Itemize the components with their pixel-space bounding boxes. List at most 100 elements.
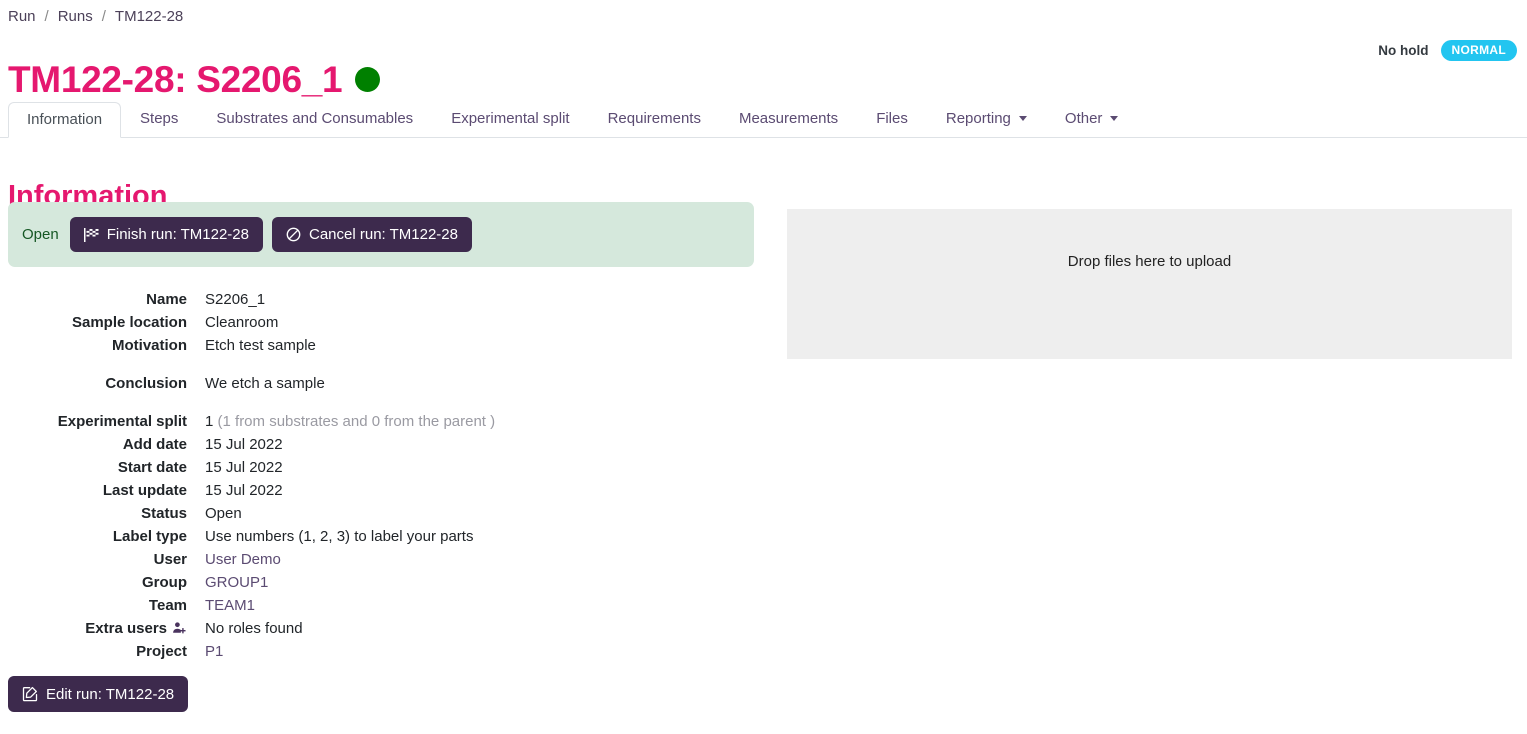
priority-badge: NORMAL — [1440, 40, 1517, 61]
tab-label: Requirements — [607, 110, 701, 127]
run-details-list: Name S2206_1 Sample location Cleanroom Motiv… — [0, 288, 760, 663]
tab-steps[interactable]: Steps — [121, 101, 197, 137]
detail-label: Experimental split — [0, 410, 187, 433]
detail-label: Group — [0, 571, 187, 594]
detail-label-text: Extra users — [85, 620, 167, 637]
detail-label: Motivation — [0, 334, 187, 357]
detail-value[interactable]: P1 — [187, 640, 223, 663]
detail-label: Team — [0, 594, 187, 617]
cancel-run-button[interactable]: Cancel run: TM122-28 — [272, 217, 472, 252]
detail-value[interactable]: TEAM1 — [187, 594, 255, 617]
detail-label: Status — [0, 502, 187, 525]
breadcrumb-separator: / — [101, 8, 106, 25]
detail-row: Start date 15 Jul 2022 — [0, 456, 760, 479]
edit-run-button-wrap: Edit run: TM122-28 — [8, 676, 189, 712]
detail-label-text: Team — [148, 597, 187, 614]
detail-row: Extra users No roles found — [0, 617, 760, 640]
dropzone-label: Drop files here to upload — [1067, 253, 1232, 270]
detail-value-text: S2206_1 — [205, 291, 266, 308]
breadcrumb-separator: / — [44, 8, 49, 25]
detail-value: Cleanroom — [187, 311, 278, 334]
tab-bar: Information Steps Substrates and Consumabl… — [0, 99, 1527, 138]
file-dropzone[interactable]: Drop files here to upload — [787, 209, 1512, 359]
detail-value: 15 Jul 2022 — [187, 479, 283, 502]
detail-row: Conclusion We etch a sample — [0, 372, 760, 395]
status-dot-icon — [355, 66, 381, 92]
chevron-down-icon — [1110, 116, 1119, 121]
page-title: TM122-28: S2206_1 — [8, 58, 343, 100]
user-plus-icon — [172, 617, 187, 640]
tab-requirements[interactable]: Requirements — [589, 101, 720, 137]
detail-label: Conclusion — [0, 372, 187, 395]
detail-value-text: No roles found — [205, 620, 303, 637]
tab-label: Experimental split — [451, 110, 570, 127]
tab-measurements[interactable]: Measurements — [720, 101, 857, 137]
detail-row: Name S2206_1 — [0, 288, 760, 311]
detail-row: Group GROUP1 — [0, 571, 760, 594]
tab-experimental-split[interactable]: Experimental split — [432, 101, 588, 137]
detail-value: We etch a sample — [187, 372, 325, 395]
detail-value-text: TEAM1 — [205, 597, 256, 614]
tab-reporting[interactable]: Reporting — [927, 101, 1046, 137]
detail-value-text: Open — [205, 505, 242, 522]
breadcrumb-item-run[interactable]: Run — [8, 8, 36, 25]
tab-information[interactable]: Information — [8, 102, 122, 138]
detail-label: Name — [0, 288, 187, 311]
hold-status-label: No hold — [1378, 43, 1429, 58]
detail-value: 15 Jul 2022 — [187, 456, 283, 479]
detail-row: Project P1 — [0, 640, 760, 663]
finish-run-button[interactable]: Finish run: TM122-28 — [69, 217, 263, 252]
tab-other[interactable]: Other — [1046, 101, 1138, 137]
detail-row: Last update 15 Jul 2022 — [0, 479, 760, 502]
detail-label: Start date — [0, 456, 187, 479]
detail-value-text: We etch a sample — [205, 375, 325, 392]
edit-run-button[interactable]: Edit run: TM122-28 — [8, 676, 189, 712]
tab-label: Information — [27, 111, 103, 128]
detail-row: Motivation Etch test sample — [0, 334, 760, 357]
breadcrumb-item-runs[interactable]: Runs — [58, 8, 93, 25]
detail-row: Label type Use numbers (1, 2, 3) to label… — [0, 525, 760, 548]
detail-label: Label type — [0, 525, 187, 548]
detail-value-text: GROUP1 — [205, 574, 269, 591]
detail-value-text: Use numbers (1, 2, 3) to label your part… — [205, 528, 474, 545]
header-status-group: No hold NORMAL — [1378, 40, 1517, 61]
detail-label-text: Group — [142, 574, 187, 591]
detail-value: Open — [187, 502, 242, 525]
detail-label-text: User — [153, 551, 187, 568]
detail-label-text: Add date — [122, 436, 187, 453]
tab-label: Reporting — [945, 110, 1011, 127]
detail-label-text: Start date — [117, 459, 187, 476]
detail-value[interactable]: User Demo — [187, 548, 281, 571]
detail-value: S2206_1 — [187, 288, 265, 311]
detail-value-text: 15 Jul 2022 — [205, 459, 283, 476]
detail-row: Add date 15 Jul 2022 — [0, 433, 760, 456]
detail-label-text: Conclusion — [105, 375, 187, 392]
checkered-flag-icon — [83, 227, 99, 242]
detail-label: Project — [0, 640, 187, 663]
run-detail-page: Run / Runs / TM122-28 TM122-28: S2206_1 … — [0, 0, 1527, 734]
detail-label-text: Name — [146, 291, 187, 308]
detail-row: Status Open — [0, 502, 760, 525]
tab-label: Files — [876, 110, 908, 127]
detail-value[interactable]: GROUP1 — [187, 571, 268, 594]
detail-value: Use numbers (1, 2, 3) to label your part… — [187, 525, 473, 548]
tab-files[interactable]: Files — [857, 101, 927, 137]
detail-value: Etch test sample — [187, 334, 316, 357]
detail-label: Add date — [0, 433, 187, 456]
breadcrumb: Run / Runs / TM122-28 — [8, 8, 183, 25]
detail-label: User — [0, 548, 187, 571]
edit-run-label: Edit run: TM122-28 — [46, 685, 175, 703]
detail-row: User User Demo — [0, 548, 760, 571]
detail-value-text: Cleanroom — [205, 314, 279, 331]
detail-label-text: Last update — [102, 482, 187, 499]
detail-label-text: Motivation — [112, 337, 187, 354]
cancel-run-label: Cancel run: TM122-28 — [309, 226, 458, 243]
detail-value-text: P1 — [205, 643, 224, 660]
detail-row: Team TEAM1 — [0, 594, 760, 617]
detail-value-text: Etch test sample — [205, 337, 316, 354]
tab-label: Measurements — [738, 110, 839, 127]
chevron-down-icon — [1018, 116, 1027, 121]
ban-icon — [286, 227, 301, 242]
tab-substrates-and-consumables[interactable]: Substrates and Consumables — [197, 101, 432, 137]
detail-label-text: Project — [136, 643, 187, 660]
